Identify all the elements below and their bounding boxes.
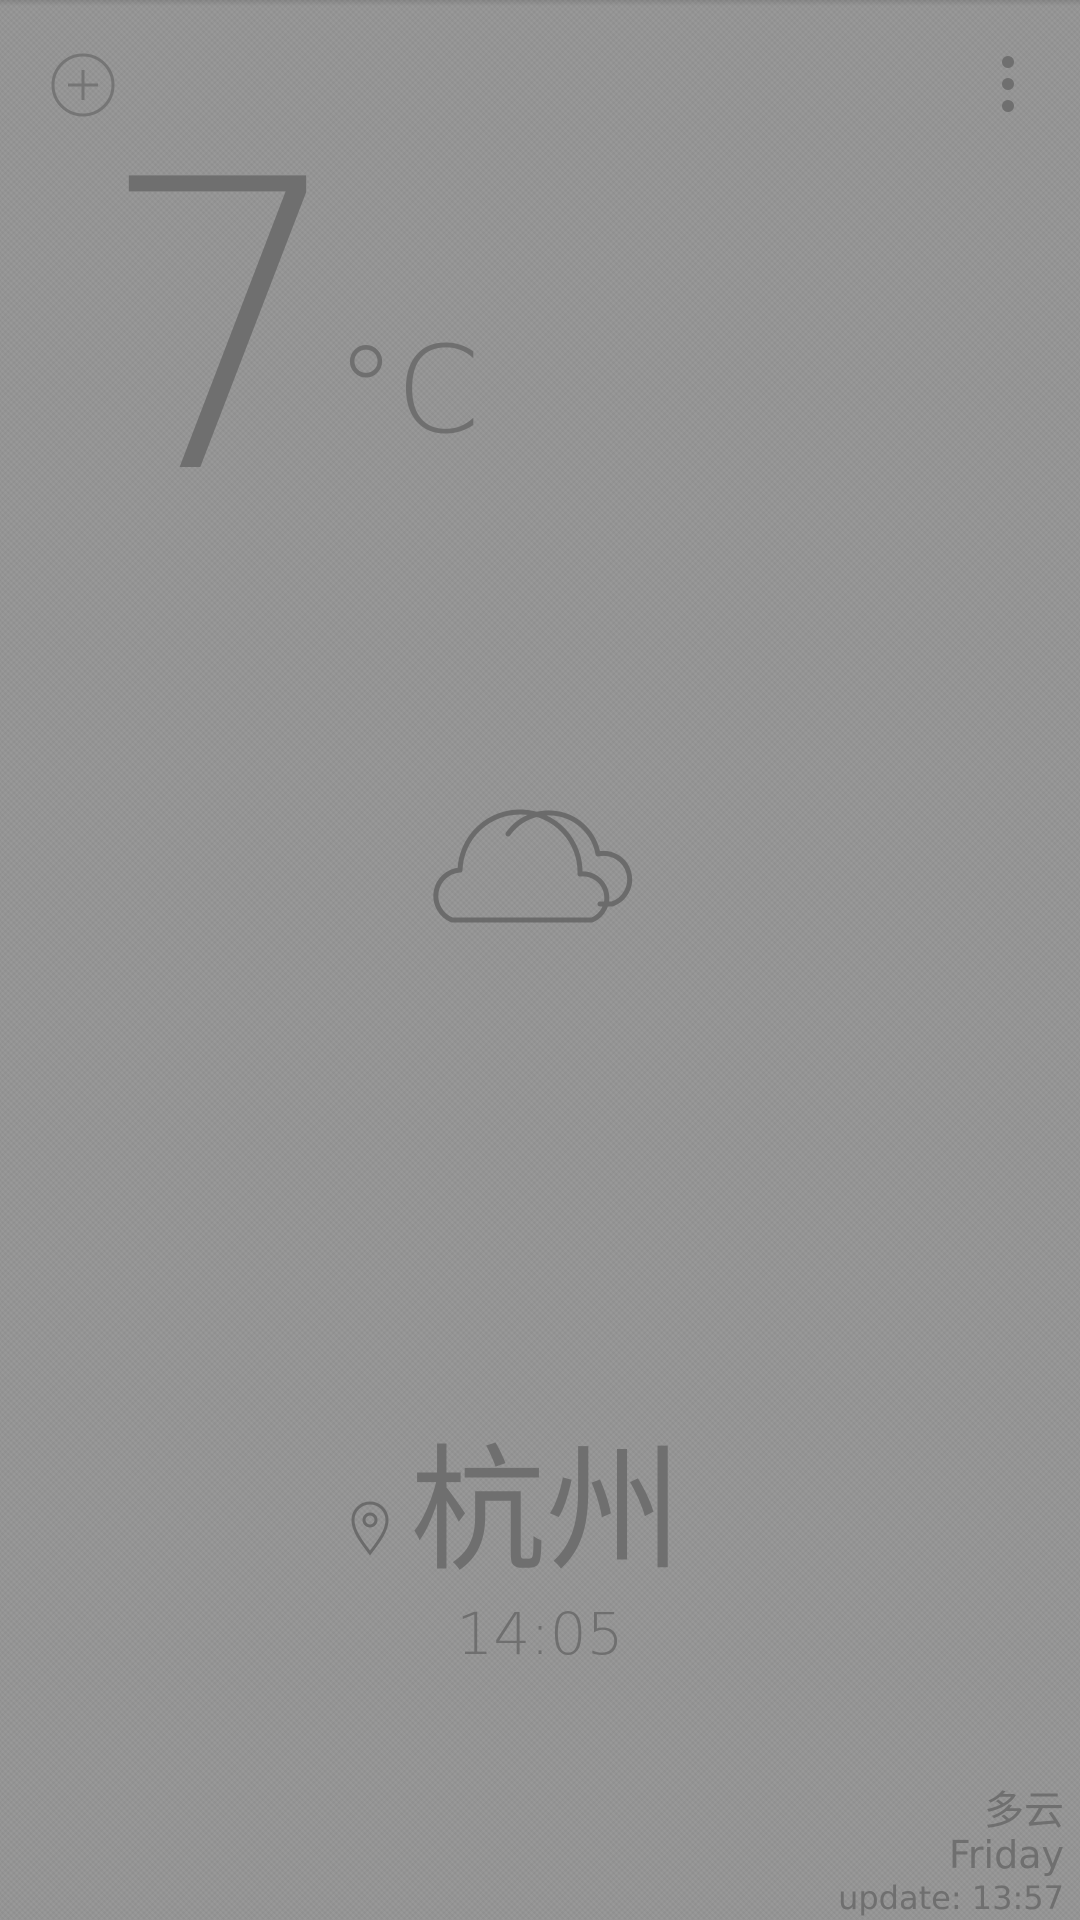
update-time: update: 13:57 [838,1879,1064,1917]
temperature-value: 7 [96,97,350,562]
city-name: 杭州 [410,1433,682,1591]
map-pin-icon [351,1501,389,1556]
temperature-unit: °C [336,322,480,461]
more-vertical-icon [1002,56,1014,112]
condition-text: 多云 [984,1788,1064,1834]
status-bar-shade [0,0,1080,6]
location-row: 杭州 [350,1420,682,1580]
local-time: 14:05 [456,1600,624,1668]
weekday-text: Friday [948,1833,1064,1877]
cloudy-icon [430,790,650,930]
overflow-menu-button[interactable] [990,52,1026,116]
weather-summary: 多云 Friday update: 13:57 [838,1788,1064,1920]
